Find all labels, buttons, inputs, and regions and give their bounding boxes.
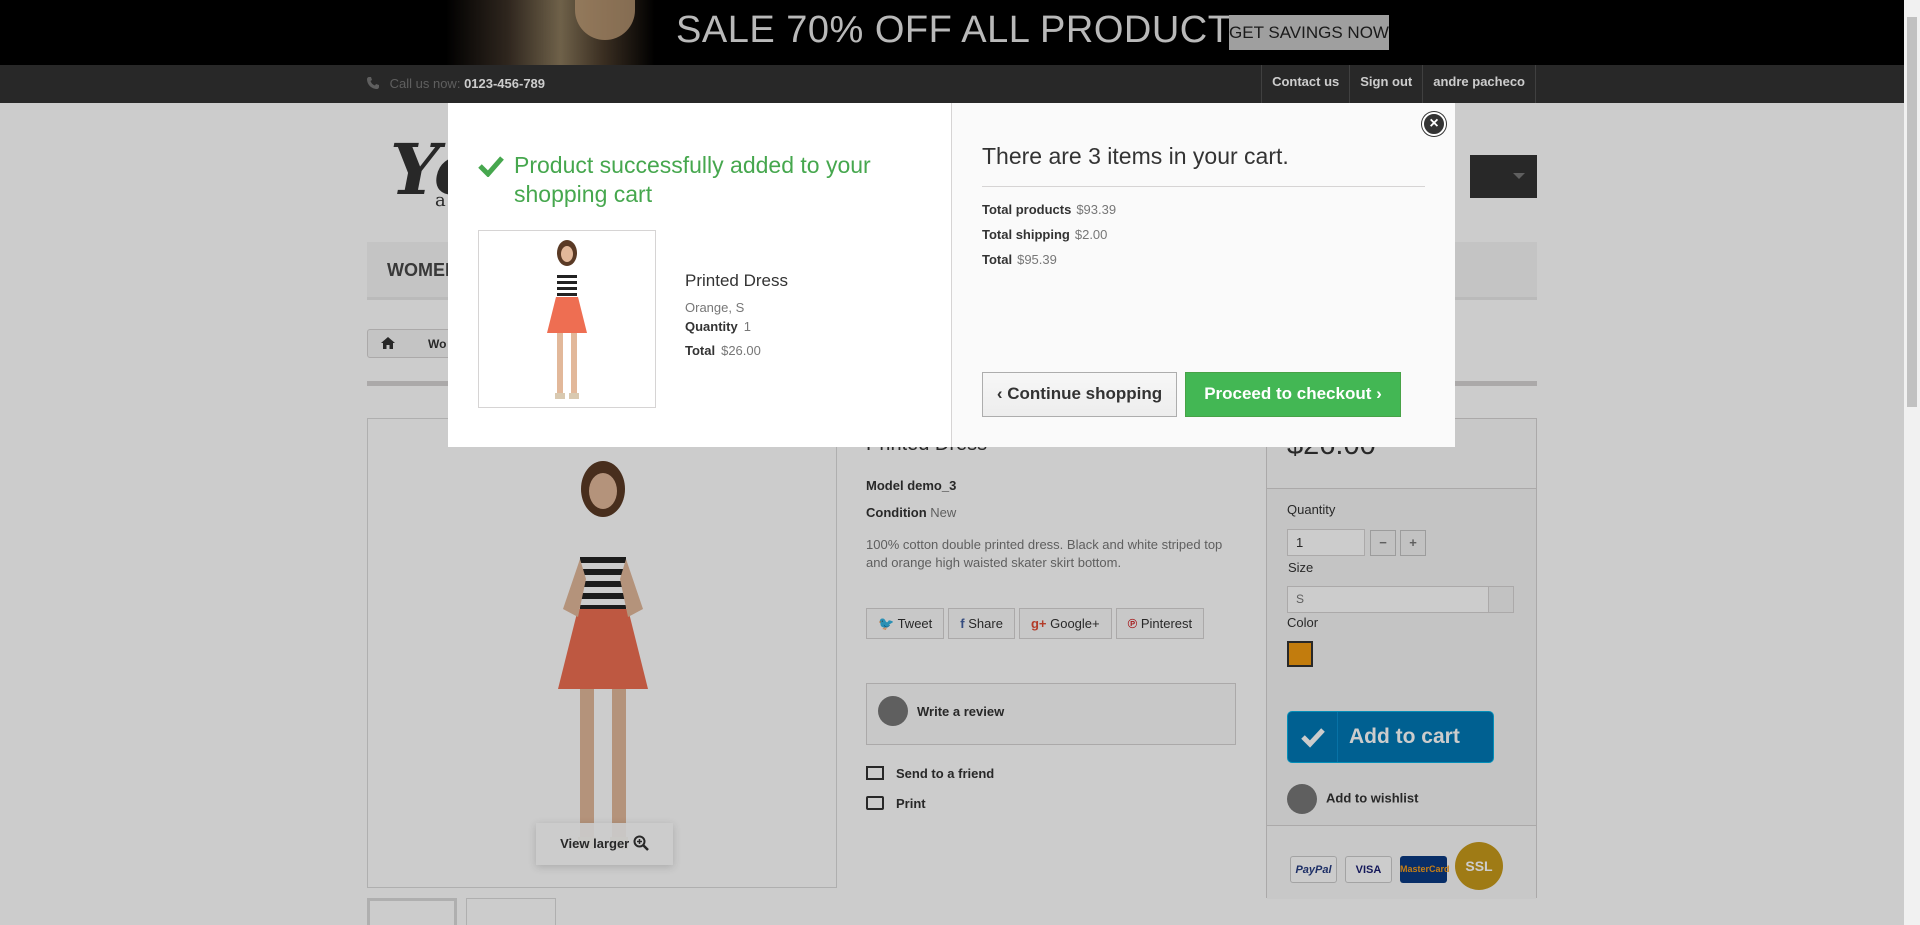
success-message: Product successfully added to your shopp… bbox=[478, 151, 878, 209]
modal-product-panel: Product successfully added to your shopp… bbox=[448, 103, 952, 447]
page-scrollbar[interactable] bbox=[1904, 0, 1920, 925]
total-products: Total products $93.39 bbox=[982, 202, 1117, 217]
modal-quantity: Quantity 1 bbox=[685, 319, 751, 334]
cart-item-count: There are 3 items in your cart. bbox=[982, 143, 1425, 187]
modal-product-image bbox=[478, 230, 656, 408]
total-cart: Total $95.39 bbox=[982, 252, 1057, 267]
chevron-right-icon: › bbox=[1376, 384, 1382, 403]
chevron-left-icon: ‹ bbox=[996, 384, 1003, 403]
cart-confirmation-modal: Product successfully added to your shopp… bbox=[448, 103, 1455, 447]
close-icon[interactable]: × bbox=[1422, 112, 1446, 136]
proceed-to-checkout-button[interactable]: Proceed to checkout › bbox=[1185, 372, 1401, 417]
modal-cart-panel: There are 3 items in your cart. Total pr… bbox=[952, 103, 1455, 447]
modal-product-attributes: Orange, S bbox=[685, 300, 745, 315]
modal-product-name: Printed Dress bbox=[685, 271, 788, 290]
success-check-icon bbox=[478, 156, 504, 177]
total-shipping: Total shipping $2.00 bbox=[982, 227, 1108, 242]
modal-product-total: Total $26.00 bbox=[685, 343, 761, 358]
continue-shopping-button[interactable]: ‹ Continue shopping bbox=[982, 372, 1177, 417]
